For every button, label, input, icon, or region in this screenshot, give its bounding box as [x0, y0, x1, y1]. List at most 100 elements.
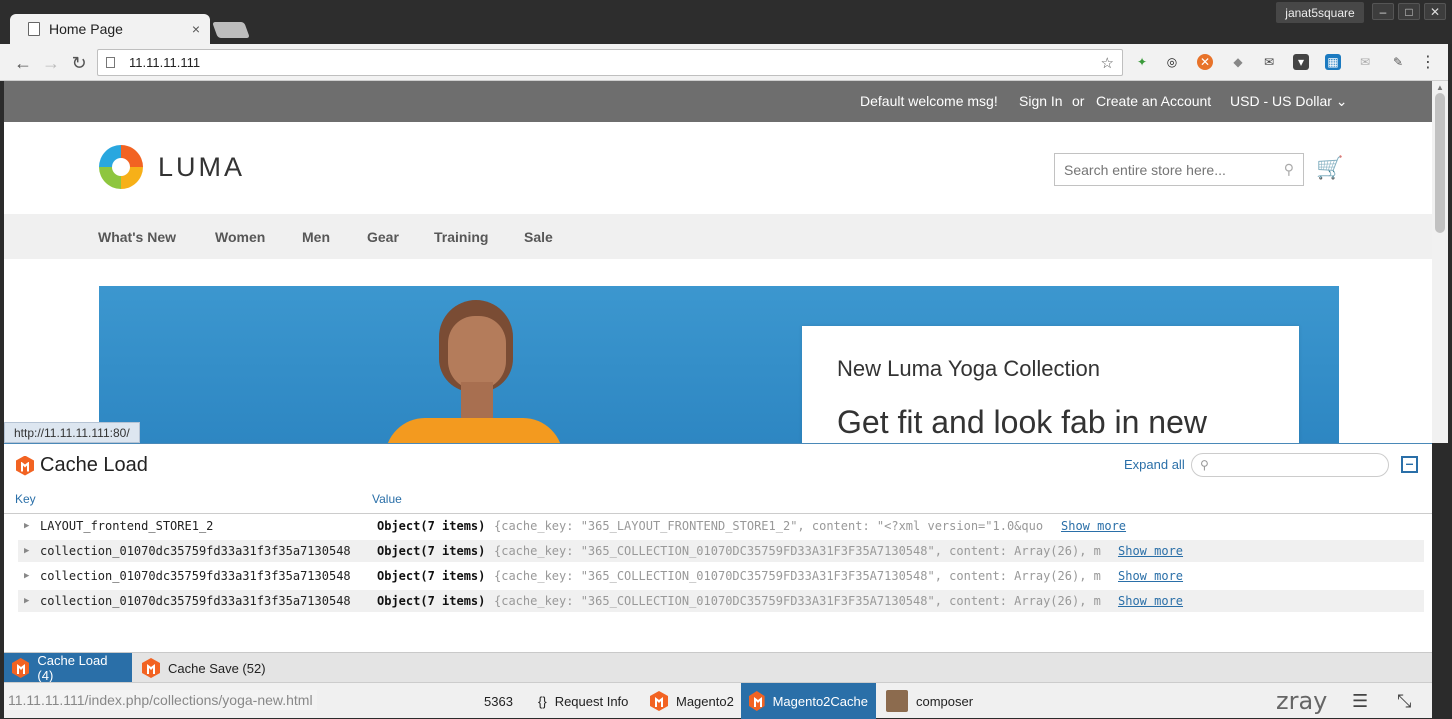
magento-logo-icon [12, 658, 30, 678]
extension-envelope-icon[interactable]: ✉ [1357, 54, 1373, 70]
table-row[interactable]: ▶ collection_01070dc35759fd33a31f3f35a71… [18, 590, 1424, 612]
show-more-link[interactable]: Show more [1118, 594, 1183, 608]
show-more-link[interactable]: Show more [1061, 519, 1126, 533]
row-object: Object(7 items) [377, 594, 486, 608]
expand-arrow-icon[interactable]: ▶ [24, 521, 36, 531]
maximize-button[interactable]: □ [1398, 3, 1420, 20]
cart-icon[interactable]: 🛒 [1316, 155, 1343, 181]
luma-logo-icon[interactable] [99, 145, 143, 189]
store-search[interactable]: ⚲ [1054, 153, 1304, 186]
magento-logo-icon [749, 691, 765, 711]
zray-magento2[interactable]: Magento2 [642, 683, 742, 719]
minimize-button[interactable]: – [1372, 3, 1394, 20]
row-object: Object(7 items) [377, 519, 486, 533]
tab-cache-save[interactable]: Cache Save (52) [134, 653, 274, 683]
reload-icon[interactable]: ↻ [68, 52, 90, 74]
hover-url-status: 11.11.11.111/index.php/collections/yoga-… [4, 690, 317, 710]
link-status-tooltip: http://11.11.11.111:80/ [4, 422, 140, 443]
page-scrollbar[interactable]: ▲ [1432, 81, 1448, 443]
page-icon [106, 57, 115, 68]
currency-switcher[interactable]: USD - US Dollar ⌄ [1230, 93, 1348, 110]
zray-composer[interactable]: composer [878, 683, 981, 719]
nav-women[interactable]: Women [215, 229, 265, 245]
scroll-up-icon[interactable]: ▲ [1436, 83, 1444, 92]
extension-x-icon[interactable]: ✕ [1197, 54, 1213, 70]
hero-model-top [385, 418, 563, 443]
zray-panel-title: Cache Load [40, 454, 148, 476]
forward-arrow-icon[interactable]: → [40, 52, 62, 74]
expand-arrow-icon[interactable]: ▶ [24, 596, 36, 606]
logo-text[interactable]: LUMA [158, 152, 245, 183]
extension-puzzle-icon[interactable]: ✦ [1134, 54, 1150, 70]
page-icon [28, 22, 40, 36]
table-row[interactable]: ▶ LAYOUT_frontend_STORE1_2 Object(7 item… [18, 515, 1424, 537]
zray-partial-metric[interactable]: 5363 [476, 683, 521, 719]
tab-close-icon[interactable]: × [192, 21, 200, 37]
zray-title: Cache Load [16, 454, 148, 477]
table-row[interactable]: ▶ collection_01070dc35759fd33a31f3f35a71… [18, 540, 1424, 562]
nav-men[interactable]: Men [302, 229, 330, 245]
hero-model-neck [461, 382, 493, 422]
composer-label: composer [916, 693, 974, 709]
browser-toolbar: ← → ↻ 11.11.11.111 ☆ ✦ ◎ ✕ ◆ ✉ ▾ ▦ ✉ ✎ ⋮ [0, 44, 1452, 81]
nav-sale[interactable]: Sale [524, 229, 553, 245]
search-icon[interactable]: ⚲ [1284, 161, 1294, 178]
extension-trello-icon[interactable]: ▦ [1325, 54, 1341, 70]
expand-arrow-icon[interactable]: ▶ [24, 546, 36, 556]
hero-subtitle: New Luma Yoga Collection [837, 356, 1100, 381]
tab-label: Cache Save (52) [168, 660, 266, 676]
nav-training[interactable]: Training [434, 229, 488, 245]
zray-subtabs: Cache Load (4) Cache Save (52) [4, 652, 1432, 683]
chrome-menu-icon[interactable]: ⋮ [1420, 54, 1436, 71]
address-bar[interactable]: 11.11.11.111 ☆ [97, 49, 1123, 76]
request-info-label: Request Info [554, 693, 629, 709]
hero-card: New Luma Yoga Collection Get fit and loo… [802, 326, 1299, 443]
back-arrow-icon[interactable]: ← [12, 52, 34, 74]
collapse-toolbar-icon[interactable]: ⤡ [1397, 691, 1411, 712]
extension-pocket-icon[interactable]: ▾ [1293, 54, 1309, 70]
extension-mail-icon[interactable]: ✉ [1261, 54, 1277, 70]
store-panel-header: Default welcome msg! Sign In or Create a… [4, 81, 1432, 122]
expand-all-link[interactable]: Expand all [1124, 457, 1185, 472]
show-more-link[interactable]: Show more [1118, 544, 1183, 558]
zray-logo[interactable]: zray [1276, 687, 1327, 715]
nav-whats-new[interactable]: What's New [98, 229, 176, 245]
nav-gear[interactable]: Gear [367, 229, 399, 245]
zray-magento2cache[interactable]: Magento2Cache [741, 683, 876, 719]
tab-home-page[interactable]: Home Page × [10, 14, 210, 44]
zray-search-input[interactable]: ⚲ [1191, 453, 1389, 477]
zray-request-info[interactable]: {} Request Info [530, 683, 636, 719]
bookmark-star-icon[interactable]: ☆ [1101, 54, 1114, 72]
extension-glasses-icon[interactable]: ◎ [1164, 54, 1180, 70]
page-viewport: Default welcome msg! Sign In or Create a… [4, 81, 1432, 443]
column-header-value[interactable]: Value [372, 492, 402, 506]
table-row[interactable]: ▶ collection_01070dc35759fd33a31f3f35a71… [18, 565, 1424, 587]
address-url[interactable]: 11.11.11.111 [129, 55, 1101, 70]
column-header-key[interactable]: Key [15, 492, 36, 506]
close-window-button[interactable]: ✕ [1424, 3, 1446, 20]
sign-in-link[interactable]: Sign In [1019, 93, 1063, 109]
menu-icon[interactable]: ☰ [1352, 691, 1368, 712]
row-object: Object(7 items) [377, 569, 486, 583]
new-tab-button[interactable] [212, 22, 250, 38]
expand-arrow-icon[interactable]: ▶ [24, 571, 36, 581]
profile-button[interactable]: janat5square [1276, 2, 1364, 23]
create-account-link[interactable]: Create an Account [1096, 93, 1211, 109]
tab-cache-load[interactable]: Cache Load (4) [4, 653, 132, 683]
search-input[interactable] [1064, 161, 1284, 178]
row-preview: {cache_key: "365_COLLECTION_01070DC35759… [494, 569, 1101, 583]
row-key: LAYOUT_frontend_STORE1_2 [40, 519, 214, 533]
extension-shield-icon[interactable]: ◆ [1230, 54, 1246, 70]
hero-banner[interactable]: New Luma Yoga Collection Get fit and loo… [99, 286, 1339, 443]
extension-eyedropper-icon[interactable]: ✎ [1390, 54, 1406, 70]
main-navigation: What's New Women Men Gear Training Sale [4, 214, 1432, 259]
site-header: LUMA ⚲ 🛒 [4, 122, 1432, 214]
scroll-thumb[interactable] [1435, 93, 1445, 233]
welcome-message: Default welcome msg! [860, 93, 998, 109]
collapse-panel-icon[interactable]: – [1401, 456, 1418, 473]
row-key: collection_01070dc35759fd33a31f3f35a7130… [40, 594, 351, 608]
show-more-link[interactable]: Show more [1118, 569, 1183, 583]
header-divider [4, 513, 1432, 514]
row-key: collection_01070dc35759fd33a31f3f35a7130… [40, 544, 351, 558]
zray-panel: Cache Load Expand all ⚲ – Key Value ▶ LA… [4, 443, 1432, 681]
